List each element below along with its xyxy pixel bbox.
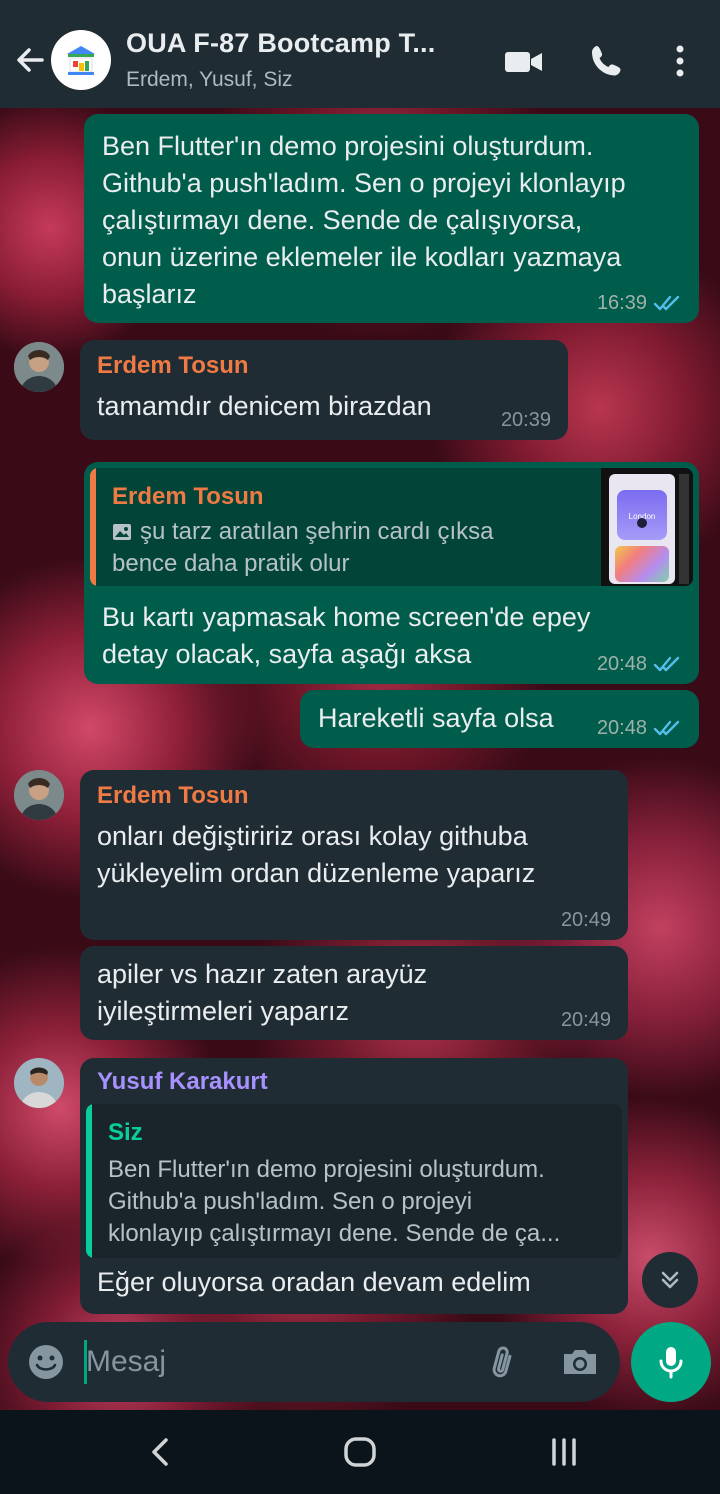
message-text: tamamdır denicem birazdan [97,391,432,421]
message-meta: 20:49 [561,1010,611,1030]
classroom-logo-icon [67,46,95,75]
thumbnail-phone-screen: London [609,474,675,584]
chat-header: OUA F-87 Bootcamp T... Erdem, Yusuf, Siz [0,0,720,108]
phone-icon[interactable] [585,40,629,84]
thumbnail-city-label: London [628,512,656,521]
message-text: onları değiştiririz orası kolay githuba … [97,821,536,888]
message-time: 20:48 [596,653,647,675]
avatar-erdem[interactable] [14,770,64,820]
nav-home-icon[interactable] [340,1432,380,1472]
message-bubble-incoming[interactable]: Erdem Tosun onları değiştiririz orası ko… [80,770,628,940]
more-vertical-icon[interactable] [658,40,702,84]
message-time: 20:49 [560,1009,611,1031]
double-check-icon [653,720,680,736]
video-call-icon[interactable] [502,40,546,84]
message-meta: 20:48 [597,654,683,674]
message-time: 20:39 [500,409,551,431]
person-avatar-icon [14,770,64,820]
quote-text: Ben Flutter'ın demo projesini oluşturdum… [108,1156,561,1247]
message-composer[interactable]: Mesaj [8,1322,620,1402]
quoted-message[interactable]: Siz Ben Flutter'ın demo projesini oluştu… [86,1104,622,1258]
message-text: Hareketli sayfa olsa [318,703,554,733]
group-avatar[interactable] [51,30,111,90]
double-check-icon [653,295,680,311]
quote-accent-bar [86,1104,92,1258]
quote-accent-bar [90,468,96,586]
message-bubble-incoming[interactable]: apiler vs hazır zaten arayüz iyileştirme… [80,946,628,1040]
sender-name[interactable]: Yusuf Karakurt [97,1067,268,1097]
message-meta: 20:48 [597,718,683,738]
nav-recents-icon[interactable] [544,1432,584,1472]
message-bubble-incoming[interactable]: Erdem Tosun tamamdır denicem birazdan 20… [80,340,568,440]
chat-wallpaper: Ben Flutter'ın demo projesini oluşturdum… [0,108,720,1410]
double-check-icon [653,656,680,672]
chat-title[interactable]: OUA F-87 Bootcamp T... [126,28,435,59]
emoji-icon[interactable] [26,1342,66,1382]
scroll-to-bottom-button[interactable] [642,1252,698,1308]
chat-participants[interactable]: Erdem, Yusuf, Siz [126,68,293,92]
message-meta: 20:39 [501,410,551,430]
person-avatar-icon [14,342,64,392]
message-bubble-incoming-reply[interactable]: Yusuf Karakurt Siz Ben Flutter'ın demo p… [80,1058,628,1314]
message-bubble-outgoing[interactable]: Ben Flutter'ın demo projesini oluşturdum… [84,114,699,323]
message-text: Bu kartı yapmasak home screen'de epey de… [102,602,591,669]
thumbnail-gradient [615,546,669,582]
person-avatar-icon [14,1058,64,1108]
message-text: apiler vs hazır zaten arayüz iyileştirme… [97,959,428,1026]
arrow-left-icon[interactable] [10,38,50,82]
message-time: 20:49 [560,909,611,931]
quote-author: Erdem Tosun [112,483,264,510]
message-meta: 20:49 [561,910,611,930]
paperclip-icon[interactable] [482,1340,526,1384]
message-time: 16:39 [596,292,647,314]
message-bubble-outgoing[interactable]: Hareketli sayfa olsa 20:48 [300,690,699,748]
sender-name[interactable]: Erdem Tosun [97,781,249,811]
message-bubble-outgoing-reply[interactable]: Erdem Tosun şu tarz aratılan şehrin card… [84,462,699,684]
double-chevron-down-icon [661,1271,679,1289]
nav-back-icon[interactable] [140,1432,180,1472]
avatar-erdem[interactable] [14,342,64,392]
camera-icon[interactable] [558,1340,602,1384]
system-navigation-bar [0,1410,720,1494]
message-time: 20:48 [596,717,647,739]
thumbnail-weather-card: London [617,490,667,540]
message-text: Ben Flutter'ın demo projesini oluşturdum… [102,131,626,309]
microphone-button[interactable] [631,1322,711,1402]
message-meta: 16:39 [597,293,683,313]
microphone-icon [659,1347,683,1379]
message-text: Eğer oluyorsa oradan devam edelim [97,1267,531,1297]
thumbnail-sidebar [679,474,689,584]
quote-text: şu tarz aratılan şehrin cardı çıksa benc… [112,518,494,577]
quote-author: Siz [108,1119,143,1146]
message-input[interactable]: Mesaj [86,1340,166,1384]
sender-name[interactable]: Erdem Tosun [97,351,249,381]
quoted-message[interactable]: Erdem Tosun şu tarz aratılan şehrin card… [90,468,693,586]
thumbnail-dot [637,518,647,528]
quote-thumbnail[interactable]: London [601,468,693,586]
avatar-yusuf[interactable] [14,1058,64,1108]
whatsapp-chat-screen: OUA F-87 Bootcamp T... Erdem, Yusuf, Siz… [0,0,720,1494]
